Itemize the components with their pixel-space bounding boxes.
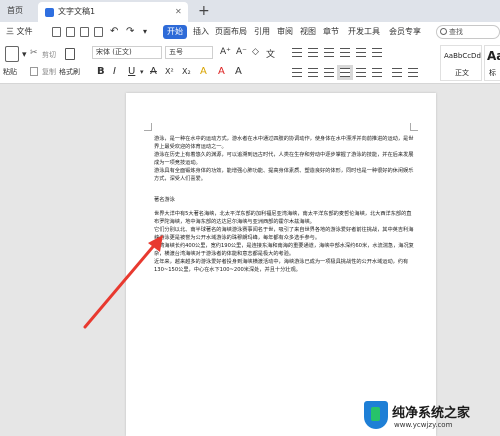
paste-icon[interactable] — [5, 46, 19, 62]
char-shading-icon[interactable]: A — [235, 66, 242, 78]
watermark-url: www.ycwjzy.com — [394, 421, 453, 429]
format-painter-button[interactable]: 格式刷 — [59, 67, 80, 77]
paragraph: 台湾海峡长约400公里，宽约190公里，是连接东海和南海的重要通道，海峡中部水深… — [154, 243, 414, 258]
tab-home[interactable]: 首页 — [0, 0, 38, 22]
redo-icon[interactable]: ↷ — [126, 22, 134, 42]
italic-button[interactable]: I — [113, 66, 116, 78]
phonetic-icon[interactable]: 文 — [266, 47, 275, 60]
menu-tab-section[interactable]: 章节 — [323, 22, 339, 42]
export-icon[interactable] — [94, 27, 103, 37]
distributed-icon[interactable] — [356, 68, 366, 77]
save-icon[interactable] — [52, 27, 61, 37]
close-tab-icon[interactable]: ✕ — [175, 2, 182, 22]
watermark-title: 纯净系统之家 — [392, 406, 471, 421]
undo-icon[interactable]: ↶ — [110, 22, 118, 42]
paragraph: 它们分别以北、南半球著名的海峡游泳赛事闻名于世，吸引了来自世界各地的游泳爱好者前… — [154, 226, 414, 241]
menu-tab-view[interactable]: 视图 — [300, 22, 316, 42]
document-icon — [45, 8, 54, 17]
bullets-icon[interactable] — [292, 48, 302, 57]
copy-button[interactable]: 复制 — [42, 67, 56, 77]
new-tab-button[interactable]: + — [198, 2, 210, 20]
align-left-icon[interactable] — [292, 68, 302, 77]
shield-logo-icon — [364, 401, 388, 429]
tab-bar: 首页 文字文稿1 ✕ + — [0, 0, 500, 22]
document-page[interactable]: 游泳，是一种在水中的运动方式，游水者在水中通过四肢的协调动作，使身体在水中漂浮并… — [126, 93, 436, 436]
page-corner-mark — [144, 123, 152, 131]
paragraph: 游泳在历史上有着悠久的渊源，可以追溯到远古时代，人类在生存和劳动中逐步掌握了游泳… — [154, 152, 414, 167]
menu-tab-page-layout[interactable]: 页面布局 — [215, 22, 247, 42]
menu-tab-start[interactable]: 开始 — [163, 25, 187, 39]
bold-button[interactable]: B — [97, 66, 105, 78]
shading-icon[interactable] — [392, 68, 402, 77]
paragraph: 游泳具有全面锻炼身体的功效，能增强心肺功能、提高身体素质、塑造良好的体形，同时也… — [154, 168, 414, 183]
paragraph: 游泳，是一种在水中的运动方式，游水者在水中通过四肢的协调动作，使身体在水中漂浮并… — [154, 136, 414, 151]
highlight-icon[interactable]: A — [200, 66, 207, 78]
tab-document-title: 文字文稿1 — [58, 7, 96, 16]
search-label: 查找 — [449, 28, 463, 36]
justify-icon[interactable] — [337, 65, 353, 80]
quick-access-more-icon[interactable]: ▾ — [143, 22, 147, 42]
style-heading-preview: Aa — [487, 49, 500, 63]
page-corner-mark — [410, 123, 418, 131]
style-heading[interactable]: Aa 标 — [484, 45, 500, 81]
borders-icon[interactable] — [408, 68, 418, 77]
font-size-select[interactable]: 五号 — [165, 46, 213, 59]
increase-indent-icon[interactable] — [340, 48, 350, 57]
grow-font-icon[interactable]: A⁺ — [220, 47, 231, 57]
superscript-icon[interactable]: X² — [165, 66, 174, 78]
tab-document[interactable]: 文字文稿1 ✕ — [38, 2, 188, 22]
ribbon-toolbar: 粘贴 ▾ ✂ 剪切 复制 格式刷 宋体 (正文) 五号 A⁺ A⁻ ◇ 文 B … — [0, 42, 500, 84]
style-normal[interactable]: AaBbCcDd 正文 — [440, 45, 482, 81]
menu-tab-member[interactable]: 会员专享 — [389, 22, 421, 42]
format-painter-icon[interactable] — [65, 48, 75, 60]
clear-format-icon[interactable]: ◇ — [252, 47, 259, 57]
paragraph: 近年来，越来越多的游泳爱好者投身到海峡横渡活动中，海峡游泳已成为一项极具挑战性的… — [154, 259, 409, 274]
watermark-logo: 纯净系统之家 www.ycwjzy.com — [360, 398, 500, 436]
copy-icon[interactable] — [30, 67, 38, 76]
search-box[interactable]: 查找 — [436, 25, 500, 39]
paragraph: 世界大洋中有5大著名海峡，北太平洋东部的加利福尼亚湾海峡，南太平洋东部的麦哲伦海… — [154, 210, 412, 225]
underline-dropdown-icon[interactable]: ▾ — [140, 66, 144, 78]
document-body[interactable]: 游泳，是一种在水中的运动方式，游水者在水中通过四肢的协调动作，使身体在水中漂浮并… — [154, 135, 416, 274]
show-marks-icon[interactable] — [372, 48, 382, 57]
cut-icon[interactable]: ✂ — [30, 48, 38, 58]
workspace-background — [0, 84, 125, 436]
font-name-select[interactable]: 宋体 (正文) — [92, 46, 162, 59]
paste-dropdown-icon[interactable]: ▾ — [22, 50, 27, 60]
subscript-icon[interactable]: X₂ — [182, 66, 191, 78]
align-center-icon[interactable] — [308, 68, 318, 77]
section-heading: 著名游泳 — [154, 196, 175, 203]
menu-tab-insert[interactable]: 插入 — [193, 22, 209, 42]
search-icon — [440, 28, 447, 35]
file-menu[interactable]: 三 文件 — [6, 22, 33, 42]
font-color-icon[interactable]: A — [218, 66, 225, 78]
decrease-indent-icon[interactable] — [324, 48, 334, 57]
shrink-font-icon[interactable]: A⁻ — [236, 47, 247, 57]
line-spacing-icon[interactable] — [372, 68, 382, 77]
cut-button[interactable]: 剪切 — [42, 50, 56, 60]
style-normal-label: 正文 — [455, 69, 469, 77]
underline-button[interactable]: U — [128, 66, 135, 78]
print-icon[interactable] — [66, 27, 75, 37]
numbering-icon[interactable] — [308, 48, 318, 57]
menu-tab-review[interactable]: 审阅 — [277, 22, 293, 42]
menu-tab-references[interactable]: 引用 — [254, 22, 270, 42]
style-heading-label: 标 — [489, 69, 496, 77]
sort-icon[interactable] — [356, 48, 366, 57]
menu-tab-developer[interactable]: 开发工具 — [348, 22, 380, 42]
preview-icon[interactable] — [80, 27, 89, 37]
paste-button[interactable]: 粘贴 — [3, 67, 17, 77]
align-right-icon[interactable] — [324, 68, 334, 77]
strikethrough-icon[interactable]: A — [150, 66, 157, 78]
style-normal-preview: AaBbCcDd — [444, 52, 481, 60]
menu-bar: 三 文件 ↶ ↷ ▾ 开始 插入 页面布局 引用 审阅 视图 章节 开发工具 会… — [0, 22, 500, 42]
